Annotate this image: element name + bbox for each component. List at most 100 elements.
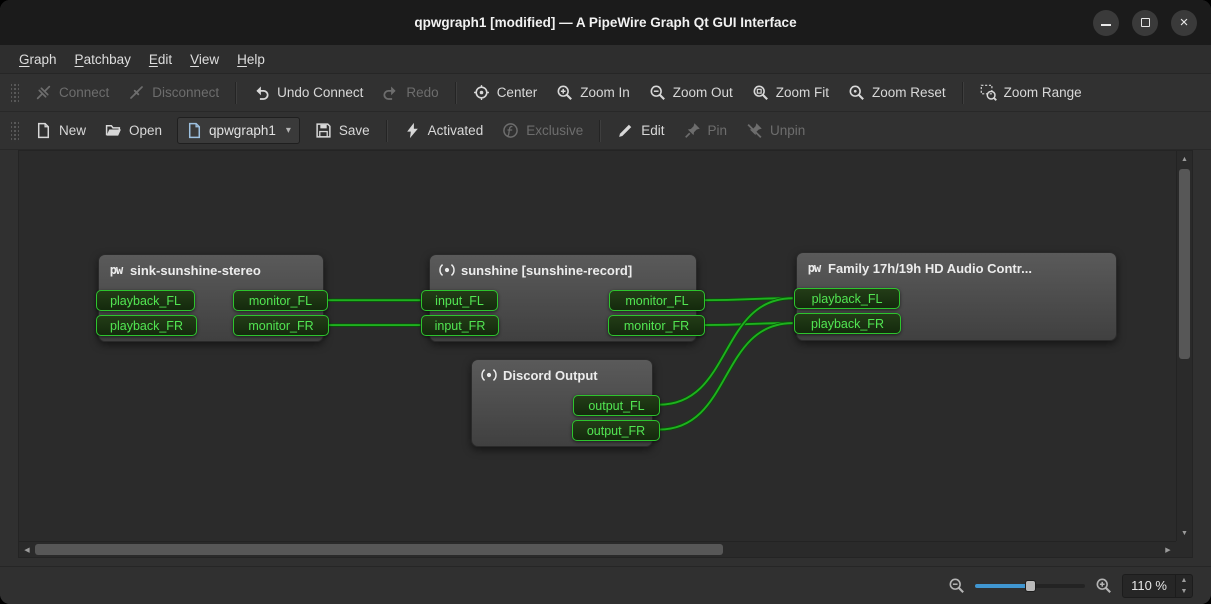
vertical-scroll-track[interactable]	[1177, 167, 1192, 525]
vertical-scroll-handle[interactable]	[1179, 169, 1190, 359]
connection-sunshine:monitor_FR->family-audio:playback_FR[interactable]	[704, 323, 793, 325]
node-header: Discord Output	[472, 360, 652, 383]
close-icon: ×	[1180, 15, 1189, 30]
menu-view[interactable]: View	[181, 45, 228, 73]
stream-icon	[481, 367, 497, 383]
horizontal-scroll-track[interactable]	[35, 542, 1160, 557]
menu-graph[interactable]: Graph	[10, 45, 66, 73]
menu-help[interactable]: Help	[228, 45, 274, 73]
node-title: sink-sunshine-stereo	[130, 263, 261, 278]
port-family-audio-playback_FR[interactable]: playback_FR	[794, 313, 901, 334]
port-discord-output-output_FL[interactable]: output_FL	[573, 395, 660, 416]
undo-icon	[253, 84, 270, 101]
port-sunshine-input_FR[interactable]: input_FR	[421, 315, 499, 336]
toolbar-button-redo[interactable]: Redo	[374, 78, 446, 107]
connection-sunshine:monitor_FL->family-audio:playback_FL[interactable]	[704, 298, 793, 300]
zoom-in-icon	[1095, 577, 1112, 594]
port-sink-sunshine-stereo-monitor_FL[interactable]: monitor_FL	[233, 290, 328, 311]
connection-sunshine:monitor_FR->family-audio:playback_FR[interactable]	[704, 323, 793, 325]
center-icon	[473, 84, 490, 101]
app-window: qpwgraph1 [modified] — A PipeWire Graph …	[0, 0, 1211, 604]
activated-icon	[404, 122, 421, 139]
port-sunshine-input_FL[interactable]: input_FL	[421, 290, 498, 311]
maximize-button[interactable]	[1132, 10, 1158, 36]
toolbar-button-exclusive[interactable]: Exclusive	[494, 116, 591, 145]
toolbar-button-open[interactable]: Open	[97, 116, 170, 145]
patchbay-name: qpwgraph1	[209, 123, 276, 138]
toolbar-separator	[962, 82, 964, 104]
toolbar-drag-handle[interactable]	[11, 82, 19, 104]
close-button[interactable]: ×	[1171, 10, 1197, 36]
toolbar-button-undo-connect[interactable]: Undo Connect	[245, 78, 371, 107]
port-family-audio-playback_FL[interactable]: playback_FL	[794, 288, 900, 309]
zoom-slider-handle[interactable]	[1025, 580, 1036, 592]
toolbar-button-disconnect[interactable]: Disconnect	[120, 78, 227, 107]
node-title: Family 17h/19h HD Audio Contr...	[828, 261, 1032, 276]
toolbar-button-activated[interactable]: Activated	[396, 116, 492, 145]
node-title: sunshine [sunshine-record]	[461, 263, 632, 278]
save-icon	[315, 122, 332, 139]
node-header: pwsink-sunshine-stereo	[99, 255, 323, 278]
toolbar-separator	[455, 82, 457, 104]
scroll-left-icon[interactable]: ◀	[19, 542, 35, 557]
zoom-fit-icon	[752, 84, 769, 101]
toolbar-button-edit[interactable]: Edit	[609, 116, 672, 145]
toolbar-button-zoom-fit[interactable]: Zoom Fit	[744, 78, 837, 107]
zoom-spin-buttons: ▲ ▼	[1175, 575, 1192, 597]
zoom-spinbox[interactable]: 110 % ▲ ▼	[1122, 574, 1193, 598]
graph-toolbar: ConnectDisconnectUndo ConnectRedoCenterZ…	[0, 74, 1211, 112]
redo-icon	[382, 84, 399, 101]
vertical-scrollbar[interactable]: ▲ ▼	[1176, 151, 1192, 541]
horizontal-scrollbar[interactable]: ◀ ▶	[19, 541, 1176, 557]
spin-up-icon[interactable]: ▲	[1176, 575, 1192, 586]
zoom-range-icon	[980, 84, 997, 101]
port-sunshine-monitor_FR[interactable]: monitor_FR	[608, 315, 705, 336]
toolbar-button-unpin[interactable]: Unpin	[738, 116, 813, 145]
port-sunshine-monitor_FL[interactable]: monitor_FL	[609, 290, 705, 311]
pipewire-icon: pw	[806, 260, 822, 276]
node-header: sunshine [sunshine-record]	[430, 255, 696, 278]
graph-canvas[interactable]: pwsink-sunshine-stereoplayback_FLplaybac…	[19, 151, 1176, 541]
toolbar-button-save[interactable]: Save	[307, 116, 378, 145]
toolbar-button-zoom-range[interactable]: Zoom Range	[972, 78, 1090, 107]
scroll-down-icon[interactable]: ▼	[1177, 525, 1192, 541]
titlebar[interactable]: qpwgraph1 [modified] — A PipeWire Graph …	[0, 0, 1211, 45]
menu-patchbay[interactable]: Patchbay	[66, 45, 140, 73]
scroll-right-icon[interactable]: ▶	[1160, 542, 1176, 557]
toolbar-button-zoom-in[interactable]: Zoom In	[548, 78, 638, 107]
toolbar-drag-handle[interactable]	[11, 120, 19, 142]
scrollbar-corner	[1176, 541, 1192, 557]
file-icon	[186, 122, 203, 139]
canvas-frame: pwsink-sunshine-stereoplayback_FLplaybac…	[18, 150, 1193, 558]
zoom-slider[interactable]	[975, 577, 1085, 595]
node-title: Discord Output	[503, 368, 598, 383]
port-discord-output-output_FR[interactable]: output_FR	[572, 420, 660, 441]
zoom-reset-icon	[848, 84, 865, 101]
menubar: GraphPatchbayEditViewHelp	[0, 45, 1211, 74]
exclusive-icon	[502, 122, 519, 139]
window-controls: ×	[1093, 0, 1197, 45]
toolbar-separator	[599, 120, 601, 142]
toolbar-button-connect[interactable]: Connect	[27, 78, 117, 107]
port-sink-sunshine-stereo-playback_FL[interactable]: playback_FL	[96, 290, 195, 311]
spin-down-icon[interactable]: ▼	[1176, 586, 1192, 597]
patchbay-selector[interactable]: qpwgraph1▾	[177, 117, 300, 144]
zoom-slider-fill	[975, 584, 1030, 588]
zoom-out-icon	[948, 577, 965, 594]
patchbay-toolbar: NewOpen qpwgraph1▾ Save ActivatedExclusive E…	[0, 112, 1211, 150]
window-title: qpwgraph1 [modified] — A PipeWire Graph …	[414, 15, 796, 30]
statusbar: 110 % ▲ ▼	[0, 566, 1211, 604]
horizontal-scroll-handle[interactable]	[35, 544, 723, 555]
port-sink-sunshine-stereo-monitor_FR[interactable]: monitor_FR	[233, 315, 329, 336]
toolbar-button-center[interactable]: Center	[465, 78, 546, 107]
toolbar-button-zoom-out[interactable]: Zoom Out	[641, 78, 741, 107]
connection-sunshine:monitor_FL->family-audio:playback_FL[interactable]	[704, 298, 793, 300]
toolbar-button-pin[interactable]: Pin	[676, 116, 736, 145]
zoom-in-icon	[556, 84, 573, 101]
scroll-up-icon[interactable]: ▲	[1177, 151, 1192, 167]
toolbar-button-new[interactable]: New	[27, 116, 94, 145]
port-sink-sunshine-stereo-playback_FR[interactable]: playback_FR	[96, 315, 197, 336]
minimize-button[interactable]	[1093, 10, 1119, 36]
menu-edit[interactable]: Edit	[140, 45, 181, 73]
toolbar-button-zoom-reset[interactable]: Zoom Reset	[840, 78, 954, 107]
